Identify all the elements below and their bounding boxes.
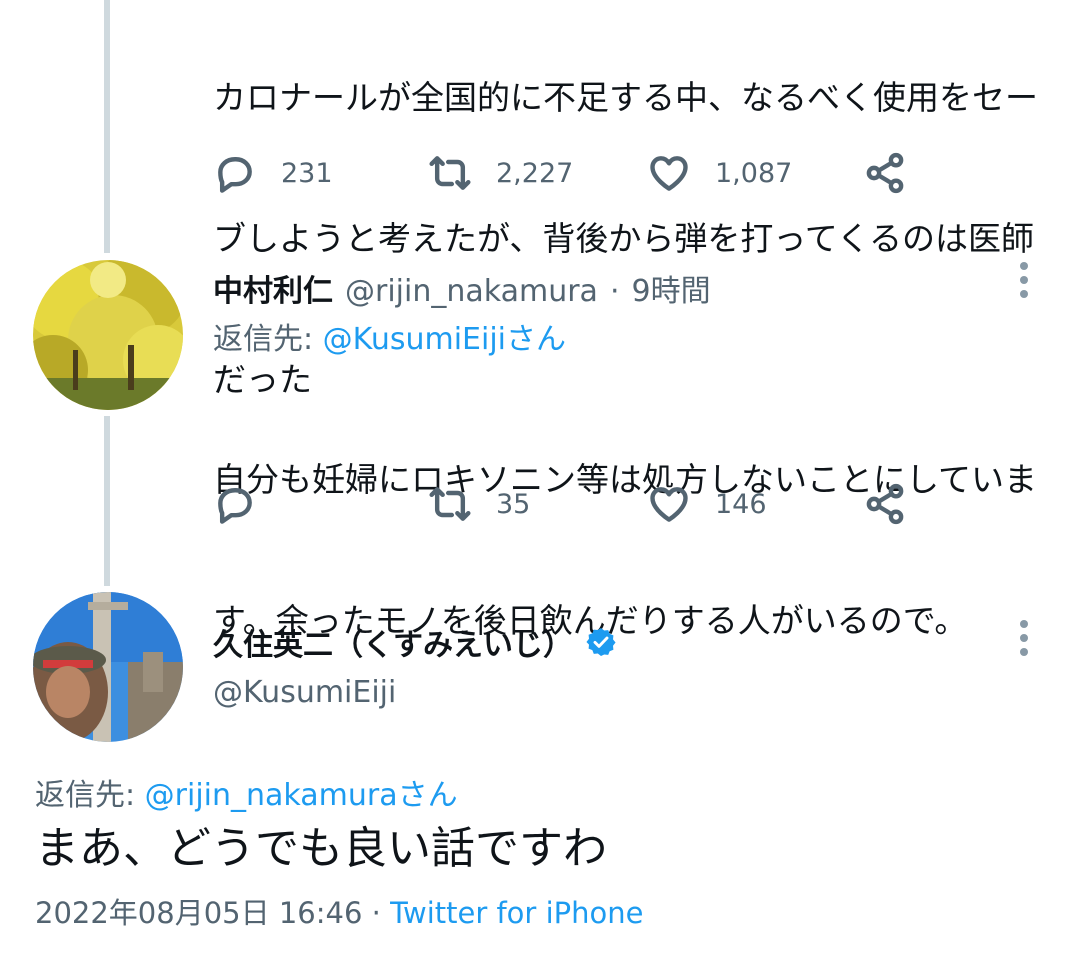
avatar-image-hiker	[33, 592, 183, 742]
more-vertical-icon	[1020, 620, 1028, 628]
more-dot	[1020, 276, 1028, 284]
like-button[interactable]: 1,087	[647, 148, 792, 198]
reply-to-prefix: 返信先:	[213, 322, 314, 357]
previous-tweet-actions: 231 2,227 1,087	[213, 148, 933, 198]
share-button[interactable]	[863, 148, 907, 198]
share-button[interactable]	[863, 479, 907, 529]
like-count: 1,087	[715, 157, 793, 189]
reply-icon	[218, 157, 252, 193]
reply-button[interactable]: 231	[213, 148, 333, 198]
more-dot	[1020, 648, 1028, 656]
reply-count: 231	[281, 157, 333, 189]
mention-handle: @rijin_nakamura	[144, 778, 398, 813]
like-button[interactable]: 146	[647, 479, 767, 529]
share-icon	[866, 483, 904, 525]
heart-icon	[650, 156, 688, 191]
reply-tweet-header: 中村利仁 @rijin_nakamura · 9時間	[213, 266, 711, 310]
mention-suffix: さん	[506, 322, 567, 357]
main-tweet-name-row: 久住英二（くすみえいじ）	[213, 620, 617, 664]
thread-line-middle	[104, 416, 110, 586]
reply-to-line: 返信先: @rijin_nakamuraさん	[35, 770, 458, 814]
retweet-count: 2,227	[496, 157, 574, 189]
reply-icon	[218, 488, 252, 524]
more-vertical-icon	[1020, 262, 1028, 270]
share-icon	[866, 152, 904, 194]
main-tweet-handle-row: @KusumiEiji	[213, 675, 396, 710]
retweet-button[interactable]: 35	[428, 479, 530, 529]
retweet-icon	[429, 156, 471, 190]
reply-button[interactable]	[213, 479, 281, 529]
separator-dot: ·	[609, 274, 620, 309]
more-dot	[1020, 634, 1028, 642]
more-options-button[interactable]	[1016, 620, 1032, 660]
mention-handle: @KusumiEiji	[322, 322, 507, 357]
tweet-time[interactable]: 9時間	[631, 266, 710, 310]
handle[interactable]: @rijin_nakamura	[345, 274, 598, 309]
mention-suffix: さん	[397, 778, 458, 813]
retweet-count: 35	[496, 488, 531, 520]
more-dot	[1020, 290, 1028, 298]
tweet-source[interactable]: Twitter for iPhone	[390, 896, 643, 930]
reply-tweet-actions: 35 146	[213, 479, 933, 529]
heart-icon	[650, 487, 688, 522]
reply-to-prefix: 返信先:	[35, 778, 136, 813]
reply-to-mention[interactable]: @rijin_nakamuraさん	[145, 778, 458, 813]
avatar[interactable]	[33, 592, 183, 742]
display-name[interactable]: 久住英二（くすみえいじ）	[213, 620, 573, 664]
display-name[interactable]: 中村利仁	[213, 266, 333, 310]
retweet-icon	[429, 487, 471, 521]
tweet-meta: 2022年08月05日 16:46 · Twitter for iPhone	[35, 890, 643, 932]
avatar-image-ginkgo	[33, 260, 183, 410]
avatar[interactable]	[33, 260, 183, 410]
tweet-timestamp[interactable]: 2022年08月05日 16:46	[35, 896, 362, 930]
handle[interactable]: @KusumiEiji	[213, 675, 396, 710]
previous-tweet-line: ブしようと考えたが、背後から弾を打ってくるのは医師	[213, 219, 1035, 258]
more-options-button[interactable]	[1016, 262, 1032, 302]
main-tweet-text: まあ、どうでも良い話ですわ	[35, 823, 607, 874]
verified-badge-icon	[586, 628, 616, 656]
reply-to-mention[interactable]: @KusumiEijiさん	[323, 322, 566, 357]
like-count: 146	[715, 488, 767, 520]
meta-separator: ·	[371, 896, 381, 930]
retweet-button[interactable]: 2,227	[428, 148, 573, 198]
previous-tweet-line: カロナールが全国的に不足する中、なるべく使用をセー	[213, 78, 1038, 117]
reply-to-line: 返信先: @KusumiEijiさん	[213, 314, 566, 358]
thread-line-top	[104, 0, 110, 253]
